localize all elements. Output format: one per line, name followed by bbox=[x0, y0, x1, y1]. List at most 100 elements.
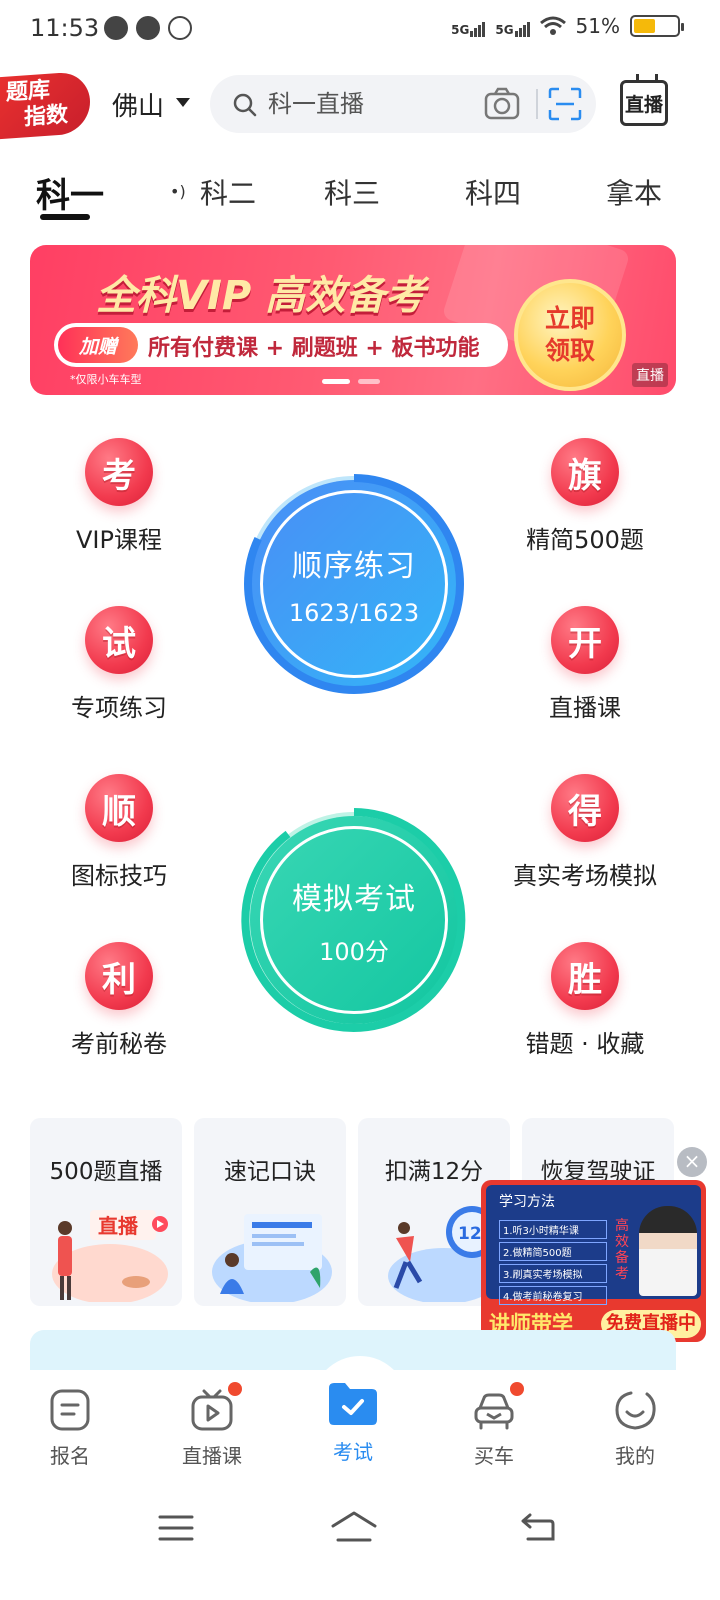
tab-ke2[interactable]: 科二 bbox=[200, 172, 256, 212]
tab-ke4[interactable]: 科四 bbox=[465, 172, 521, 212]
message-icon bbox=[136, 16, 160, 40]
feature-special-practice[interactable]: 试 专项练习 bbox=[34, 606, 204, 723]
card-quick-memory[interactable]: 速记口诀 bbox=[194, 1118, 346, 1306]
feature-mistakes-favorites[interactable]: 胜 错题 · 收藏 bbox=[500, 942, 670, 1059]
feature-secret-paper[interactable]: 利 考前秘卷 bbox=[34, 942, 204, 1059]
nav-label: 考试 bbox=[333, 1440, 373, 1464]
search-bar[interactable] bbox=[210, 75, 596, 133]
tab-naben[interactable]: 拿本 bbox=[606, 172, 662, 212]
tab-ke1[interactable]: 科一 bbox=[36, 168, 104, 217]
menu-icon[interactable] bbox=[158, 1514, 194, 1542]
promo-step: 3.刷真实考场模拟 bbox=[499, 1264, 607, 1283]
home-icon[interactable] bbox=[330, 1510, 378, 1544]
claim-button[interactable]: 立即 领取 bbox=[514, 279, 626, 391]
smile-icon bbox=[613, 1388, 657, 1432]
card-title: 速记口诀 bbox=[224, 1159, 316, 1185]
promo-vertical-text: 高效备考 bbox=[615, 1218, 629, 1282]
points-illustration: 12分 bbox=[388, 1206, 496, 1302]
nav-label: 报名 bbox=[50, 1444, 90, 1468]
nav-exam[interactable]: 考试 bbox=[293, 1380, 413, 1465]
promo-step: 4.做考前秘卷复习 bbox=[499, 1286, 607, 1305]
card-500-live[interactable]: 500题直播 直播 bbox=[30, 1118, 182, 1306]
banner-live-tag: 直播 bbox=[632, 363, 668, 387]
close-icon[interactable]: × bbox=[677, 1147, 707, 1177]
app-notification-icon bbox=[168, 16, 192, 40]
badge-icon: 旗 bbox=[551, 438, 619, 506]
nav-signup[interactable]: 报名 bbox=[10, 1380, 130, 1469]
battery-text: 51% bbox=[575, 14, 620, 38]
carousel-dot bbox=[358, 379, 380, 384]
folder-check-icon bbox=[327, 1380, 379, 1428]
search-icon bbox=[233, 93, 257, 117]
banner-perks: 所有付费课 + 刷题班 + 板书功能 bbox=[148, 336, 480, 361]
form-icon bbox=[48, 1388, 92, 1432]
badge-icon: 胜 bbox=[551, 942, 619, 1010]
feature-label: 真实考场模拟 bbox=[513, 862, 657, 890]
badge-icon: 开 bbox=[551, 606, 619, 674]
nav-buy-car[interactable]: 买车 bbox=[434, 1380, 554, 1469]
battery-fill bbox=[634, 19, 655, 33]
feature-label: 直播课 bbox=[549, 694, 621, 722]
feature-label: 考前秘卷 bbox=[71, 1030, 167, 1058]
badge-icon: 利 bbox=[85, 942, 153, 1010]
wifi-icon bbox=[539, 16, 566, 35]
nav-label: 我的 bbox=[615, 1444, 655, 1468]
exam-score-text: 100分 bbox=[319, 937, 389, 966]
chevron-down-icon[interactable] bbox=[176, 98, 190, 107]
promo-title: 学习方法 bbox=[499, 1194, 555, 1210]
badge-icon: 顺 bbox=[85, 774, 153, 842]
live-stream-illustration: 直播 bbox=[52, 1210, 168, 1302]
signal-5g-icon: 5G bbox=[495, 15, 530, 37]
exam-inner: 模拟考试 100分 bbox=[260, 826, 448, 1014]
nav-mine[interactable]: 我的 bbox=[575, 1380, 695, 1469]
feature-vip-course[interactable]: 考 VIP课程 bbox=[34, 438, 204, 555]
car-icon bbox=[472, 1382, 524, 1432]
live-button[interactable]: 直播 bbox=[620, 80, 668, 126]
feature-live-course[interactable]: 开 直播课 bbox=[500, 606, 670, 723]
sequential-practice-button[interactable]: 顺序练习 1623/1623 bbox=[240, 470, 468, 698]
search-input[interactable] bbox=[268, 87, 478, 121]
battery-icon bbox=[630, 15, 684, 37]
badge-icon: 得 bbox=[551, 774, 619, 842]
bottom-nav: 报名 直播课 考试 买车 我的 bbox=[0, 1356, 720, 1480]
nav-label: 买车 bbox=[474, 1444, 514, 1468]
study-illustration bbox=[212, 1214, 332, 1302]
feature-label: 图标技巧 bbox=[71, 862, 167, 890]
feature-label: 错题 · 收藏 bbox=[525, 1030, 645, 1058]
feature-500-questions[interactable]: 旗 精简500题 bbox=[500, 438, 670, 555]
mock-exam-button[interactable]: 模拟考试 100分 bbox=[240, 806, 468, 1034]
active-tab-indicator bbox=[40, 214, 90, 220]
practice-progress-text: 1623/1623 bbox=[288, 599, 420, 627]
live-promo-popup[interactable]: 学习方法 1.听3小时精华课 2.做精简500题 3.刷真实考场模拟 4.做考前… bbox=[481, 1180, 706, 1342]
carousel-dot bbox=[322, 379, 350, 384]
scan-icon[interactable] bbox=[548, 87, 582, 121]
carousel-dots bbox=[322, 379, 380, 384]
notification-dot bbox=[228, 1382, 242, 1396]
search-divider bbox=[536, 89, 538, 119]
banner-title: 全科VIP 高效备考 bbox=[96, 273, 426, 319]
practice-inner: 顺序练习 1623/1623 bbox=[260, 490, 448, 678]
back-icon[interactable] bbox=[520, 1512, 556, 1542]
status-time: 11:53 bbox=[30, 14, 100, 42]
tv-play-icon bbox=[190, 1382, 242, 1432]
instructor-image bbox=[639, 1206, 697, 1296]
promo-step: 1.听3小时精华课 bbox=[499, 1220, 607, 1239]
banner-gift-label: 加赠 bbox=[58, 327, 138, 363]
vip-banner[interactable]: 全科VIP 高效备考 加赠 所有付费课 + 刷题班 + 板书功能 *仅限小车车型… bbox=[30, 245, 676, 395]
city-selector[interactable]: 佛山 bbox=[112, 86, 164, 123]
nav-live-course[interactable]: 直播课 bbox=[152, 1380, 272, 1469]
practice-title: 顺序练习 bbox=[292, 549, 416, 584]
notification-dot bbox=[510, 1382, 524, 1396]
exam-title: 模拟考试 bbox=[292, 881, 416, 917]
feature-real-exam-sim[interactable]: 得 真实考场模拟 bbox=[500, 774, 670, 891]
app-logo[interactable]: 题库 指数 bbox=[0, 70, 90, 140]
camera-icon[interactable] bbox=[484, 87, 520, 121]
promo-steps: 1.听3小时精华课 2.做精简500题 3.刷真实考场模拟 4.做考前秘卷复习 bbox=[499, 1220, 607, 1308]
nav-label: 直播课 bbox=[182, 1444, 242, 1468]
sound-wave-icon: •) bbox=[170, 182, 186, 201]
feature-sign-tips[interactable]: 顺 图标技巧 bbox=[34, 774, 204, 891]
wechat-icon bbox=[104, 16, 128, 40]
system-nav-bar bbox=[0, 1488, 720, 1600]
svg-text:直播: 直播 bbox=[98, 1214, 139, 1238]
tab-ke3[interactable]: 科三 bbox=[324, 172, 380, 212]
